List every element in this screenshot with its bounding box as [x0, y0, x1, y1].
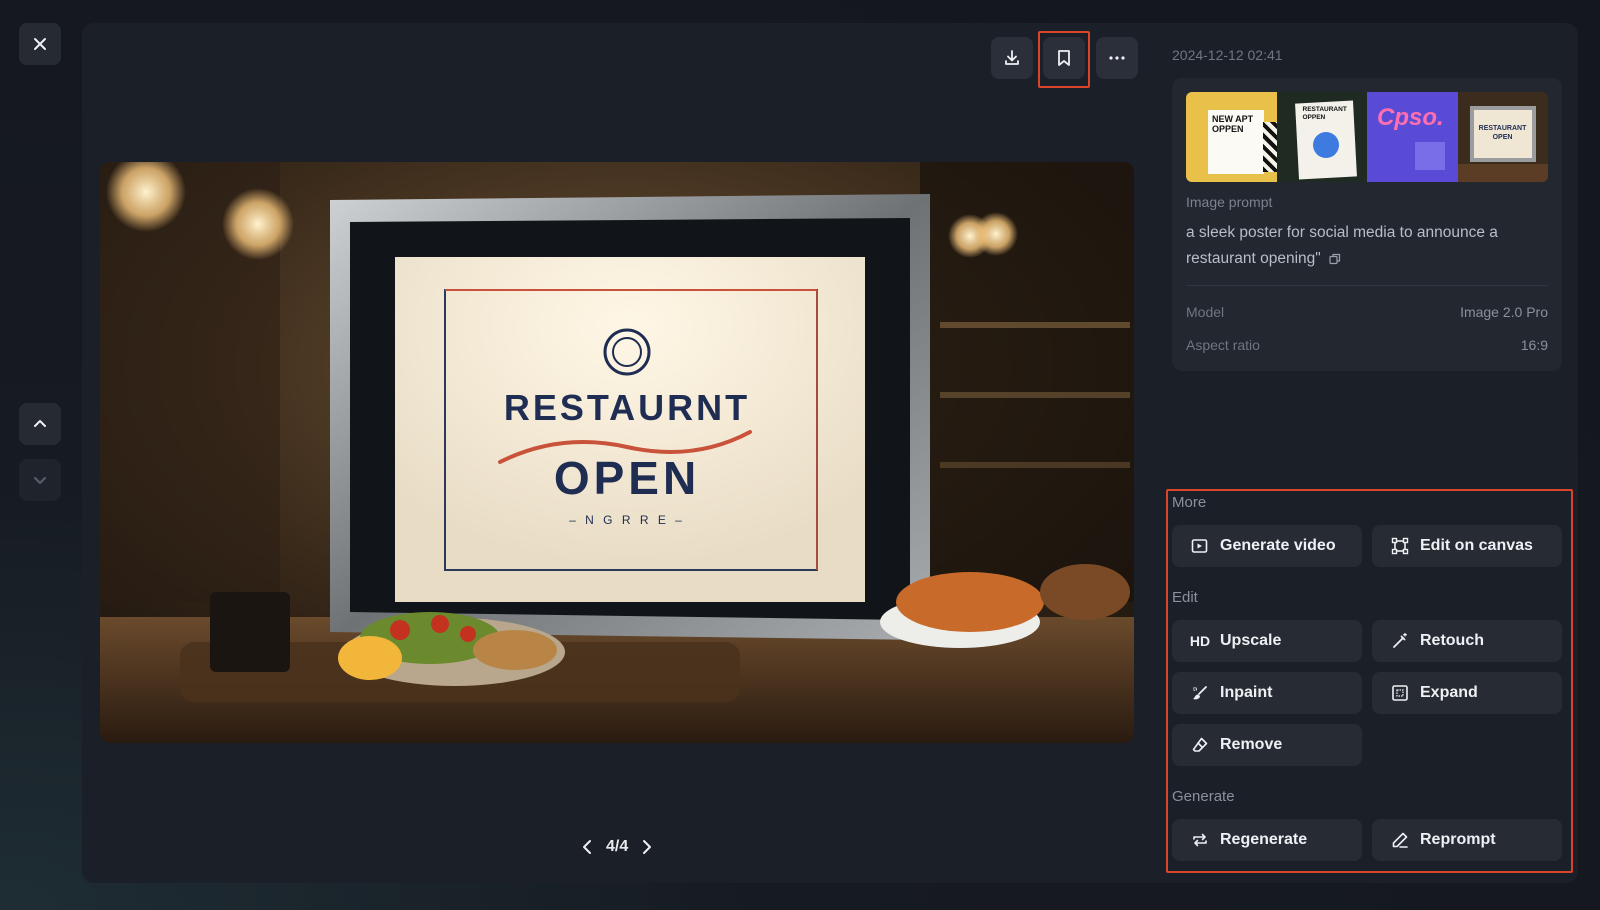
reprompt-button[interactable]: Reprompt — [1372, 819, 1562, 861]
edit-on-canvas-button[interactable]: Edit on canvas — [1372, 525, 1562, 567]
aspect-ratio-row: Aspect ratio 16:9 — [1186, 337, 1548, 353]
prompt-text-value: a sleek poster for social media to annou… — [1186, 224, 1498, 267]
thumbnail-2[interactable]: RESTAURANT OPPEN — [1276, 92, 1367, 182]
retouch-label: Retouch — [1420, 632, 1484, 649]
thumbnail-3-text: Cpso. — [1377, 104, 1444, 131]
chevron-down-icon — [34, 477, 46, 484]
eraser-icon — [1190, 735, 1210, 755]
magic-wand-icon — [1390, 631, 1410, 651]
more-options-button[interactable] — [1096, 37, 1138, 79]
copy-icon — [1329, 253, 1340, 265]
pager-prev-button[interactable] — [580, 839, 594, 855]
generate-video-label: Generate video — [1220, 537, 1336, 554]
repeat-icon — [1190, 830, 1210, 850]
expand-frame-icon — [1390, 683, 1410, 703]
aspect-ratio-label: Aspect ratio — [1186, 337, 1260, 353]
info-card: NEW APT OPPEN RESTAURANT OPPEN Cpso. RES… — [1172, 78, 1562, 371]
model-label: Model — [1186, 304, 1225, 320]
sign-subtitle: OPEN — [554, 452, 700, 504]
expand-label: Expand — [1420, 684, 1478, 701]
remove-label: Remove — [1220, 736, 1283, 753]
chevron-left-icon — [583, 840, 591, 854]
inpaint-label: Inpaint — [1220, 684, 1273, 701]
expand-button[interactable]: Expand — [1372, 672, 1562, 714]
chevron-up-icon — [34, 420, 46, 427]
inpaint-button[interactable]: Inpaint — [1172, 672, 1362, 714]
download-button[interactable] — [991, 37, 1033, 79]
canvas-frame-icon — [1390, 536, 1410, 556]
aspect-ratio-value: 16:9 — [1520, 337, 1548, 353]
close-icon — [34, 38, 46, 50]
model-row: Model Image 2.0 Pro — [1186, 304, 1548, 320]
bookmark-icon — [1058, 50, 1070, 66]
pencil-icon — [1390, 830, 1410, 850]
download-icon — [1005, 50, 1019, 65]
thumbnail-strip: NEW APT OPPEN RESTAURANT OPPEN Cpso. RES… — [1186, 92, 1548, 182]
generated-image[interactable]: RESTAURNT OPEN – N G R R E – — [100, 162, 1134, 743]
prompt-text: a sleek poster for social media to annou… — [1186, 220, 1550, 272]
sign-title: RESTAURNT — [504, 387, 750, 428]
more-horizontal-icon — [1109, 56, 1125, 60]
section-more: More — [1172, 494, 1207, 511]
chevron-right-icon — [643, 840, 652, 854]
info-divider — [1186, 285, 1548, 286]
thumbnail-1[interactable]: NEW APT OPPEN — [1186, 92, 1277, 182]
thumbnail-3[interactable]: Cpso. — [1367, 92, 1458, 182]
upscale-label: Upscale — [1220, 632, 1282, 649]
video-plus-icon — [1190, 536, 1210, 556]
section-edit: Edit — [1172, 589, 1198, 606]
timestamp: 2024-12-12 02:41 — [1172, 47, 1283, 63]
section-generate: Generate — [1172, 788, 1235, 805]
hd-icon: HD — [1189, 633, 1211, 649]
sign-tag: – N G R R E – — [569, 513, 685, 527]
bookmark-button[interactable] — [1043, 37, 1085, 79]
brush-icon — [1190, 683, 1210, 703]
edit-on-canvas-label: Edit on canvas — [1420, 537, 1533, 554]
prompt-label: Image prompt — [1186, 194, 1273, 210]
previous-image-button[interactable] — [19, 403, 61, 445]
retouch-button[interactable]: Retouch — [1372, 620, 1562, 662]
next-image-button[interactable] — [19, 459, 61, 501]
upscale-button[interactable]: HD Upscale — [1172, 620, 1362, 662]
close-button[interactable] — [19, 23, 61, 65]
reprompt-label: Reprompt — [1420, 831, 1496, 848]
pager-next-button[interactable] — [640, 839, 654, 855]
thumbnail-4[interactable]: RESTAURANT OPEN — [1457, 92, 1548, 182]
model-value: Image 2.0 Pro — [1460, 304, 1548, 320]
generate-video-button[interactable]: Generate video — [1172, 525, 1362, 567]
regenerate-button[interactable]: Regenerate — [1172, 819, 1362, 861]
remove-button[interactable]: Remove — [1172, 724, 1362, 766]
regenerate-label: Regenerate — [1220, 831, 1308, 848]
thumbnail-4-text: RESTAURANT OPEN — [1478, 125, 1527, 141]
copy-prompt-button[interactable] — [1329, 253, 1341, 265]
thumbnail-1-text: NEW APT OPPEN — [1212, 114, 1254, 134]
pager-count: 4/4 — [606, 838, 629, 855]
thumbnail-2-text: RESTAURANT OPPEN — [1302, 106, 1347, 121]
image-pager: 4/4 — [580, 838, 654, 856]
